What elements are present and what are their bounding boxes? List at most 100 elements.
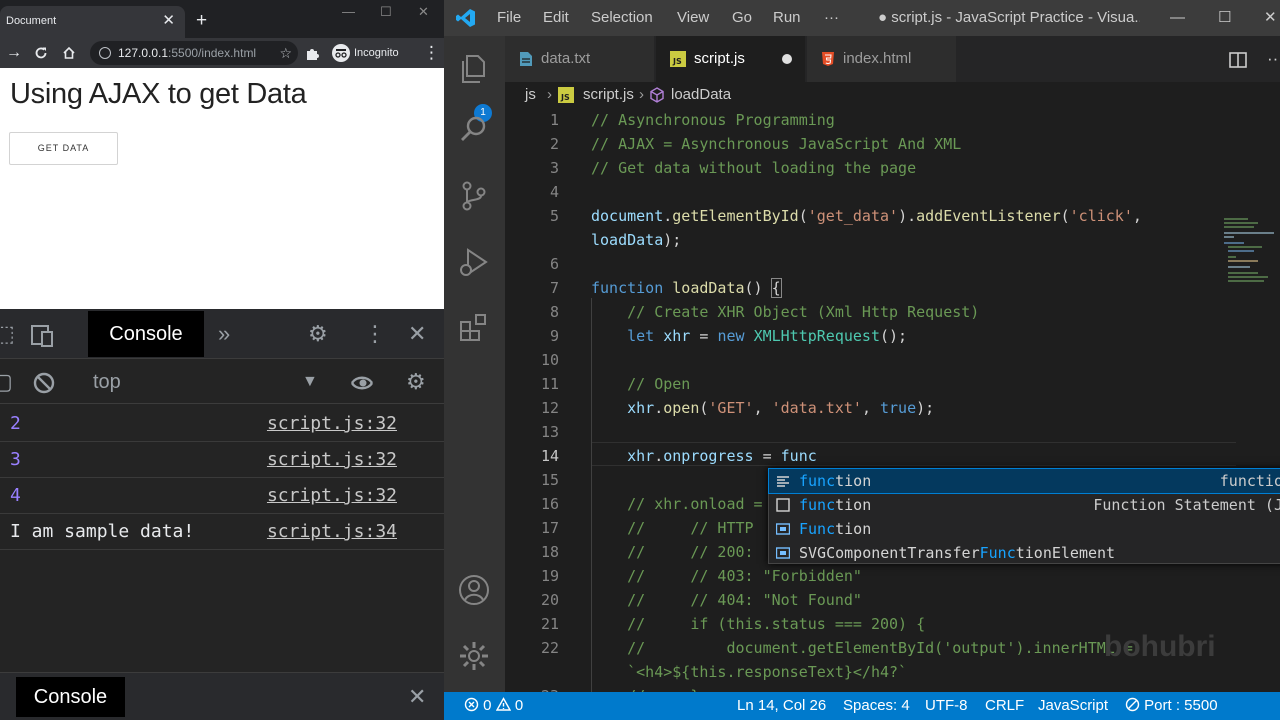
extensions-icon[interactable]: [456, 310, 492, 346]
extensions-puzzle-icon[interactable]: [305, 38, 319, 68]
site-info-icon[interactable]: [99, 47, 111, 59]
line-number: 15: [540, 471, 559, 489]
home-icon[interactable]: [62, 38, 76, 68]
close-drawer-icon[interactable]: ✕: [408, 673, 426, 720]
source-control-icon[interactable]: [456, 178, 492, 214]
tab-data-txt[interactable]: data.txt: [505, 36, 655, 82]
reload-icon[interactable]: [34, 38, 48, 68]
suggestion-item[interactable]: function Function Statement (J: [769, 493, 1280, 517]
suggestion-match: Func: [799, 520, 836, 538]
minimize-icon[interactable]: —: [1170, 0, 1185, 36]
line-number: 4: [549, 183, 559, 201]
menu-view[interactable]: View: [677, 0, 709, 36]
suggestion-item[interactable]: SVGComponentTransferFunctionElement: [769, 541, 1280, 565]
unsaved-dot-icon[interactable]: [782, 54, 792, 64]
suggestion-rest: tion: [835, 496, 872, 514]
url-bar[interactable]: 127.0.0.1:5500/index.html ☆: [90, 41, 298, 65]
explorer-files-icon[interactable]: [456, 50, 492, 86]
sidebar-toggle-icon[interactable]: ▢: [0, 360, 13, 404]
close-devtools-icon[interactable]: ✕: [408, 309, 426, 359]
page-heading: Using AJAX to get Data: [10, 78, 307, 110]
tab-script-js[interactable]: JS script.js: [656, 36, 806, 82]
breadcrumb-separator: ›: [547, 86, 552, 103]
live-server-port[interactable]: Port : 5500: [1125, 692, 1218, 720]
line-number: 9: [549, 327, 559, 345]
suggestion-item[interactable]: Function: [769, 517, 1280, 541]
warning-count: 0: [514, 697, 524, 714]
drawer-tab-console[interactable]: Console: [16, 677, 125, 717]
run-and-debug-icon[interactable]: [456, 244, 492, 280]
problems-indicator[interactable]: 0 0: [464, 692, 523, 720]
console-toolbar: ▢ top ▼ ⚙: [0, 360, 444, 404]
close-window-icon[interactable]: ✕: [418, 4, 429, 20]
close-tab-icon[interactable]: ✕: [162, 6, 175, 36]
maximize-icon[interactable]: ☐: [1218, 0, 1231, 36]
code-line: // Create XHR Object (Xml Http Request): [627, 303, 980, 321]
line-number: 11: [540, 375, 559, 393]
minimize-icon[interactable]: —: [342, 4, 355, 19]
suggestion-item[interactable]: function functio: [768, 468, 1280, 494]
devtools-settings-gear-icon[interactable]: ⚙: [308, 309, 328, 359]
code-line: // AJAX = Asynchronous JavaScript And XM…: [591, 135, 962, 153]
manage-gear-icon[interactable]: [456, 638, 492, 674]
dropdown-arrow-icon[interactable]: ▼: [302, 360, 318, 404]
line-number: 3: [549, 159, 559, 177]
file-encoding[interactable]: UTF-8: [925, 692, 968, 720]
menu-go[interactable]: Go: [732, 0, 752, 36]
more-actions-icon[interactable]: ···: [1267, 36, 1280, 82]
console-settings-gear-icon[interactable]: ⚙: [406, 360, 426, 404]
line-number: 21: [540, 615, 559, 633]
menu-selection[interactable]: Selection: [591, 0, 653, 36]
menu-file[interactable]: File: [497, 0, 521, 36]
breadcrumb-symbol[interactable]: loadData: [671, 82, 731, 108]
code-line: let xhr = new XMLHttpRequest();: [627, 327, 908, 345]
minimap[interactable]: [1220, 216, 1280, 286]
indentation-setting[interactable]: Spaces: 4: [843, 692, 910, 720]
incognito-indicator[interactable]: Incognito: [332, 43, 399, 63]
breadcrumb-file[interactable]: script.js: [583, 82, 634, 108]
cursor-position[interactable]: Ln 14, Col 26: [737, 692, 826, 720]
clear-console-icon[interactable]: [32, 360, 56, 404]
address-toolbar: → 127.0.0.1:5500/index.html ☆ Incognito: [0, 38, 444, 68]
file-lines-icon: [520, 52, 532, 67]
more-tabs-icon[interactable]: »: [218, 309, 230, 359]
menu-more[interactable]: ···: [824, 0, 839, 36]
breadcrumb-separator: ›: [639, 86, 644, 103]
new-tab-button[interactable]: +: [196, 8, 207, 34]
tab-console[interactable]: Console: [88, 311, 204, 357]
close-window-icon[interactable]: ✕: [1264, 0, 1277, 36]
device-toolbar-icon[interactable]: [30, 309, 56, 359]
line-ending[interactable]: CRLF: [985, 692, 1024, 720]
menu-edit[interactable]: Edit: [543, 0, 569, 36]
line-number: 5: [549, 207, 559, 225]
browser-menu-icon[interactable]: ⋮: [423, 38, 440, 68]
tab-label: script.js: [694, 50, 745, 67]
intellisense-suggest-widget[interactable]: function functio function Function State…: [768, 468, 1280, 564]
browser-tab-title: Document: [6, 15, 57, 27]
context-selector[interactable]: top: [93, 360, 121, 404]
bookmark-star-icon[interactable]: ☆: [279, 41, 292, 65]
line-number: 16: [540, 495, 559, 513]
line-number: 12: [540, 399, 559, 417]
maximize-icon[interactable]: ☐: [380, 4, 392, 20]
menu-run[interactable]: Run: [773, 0, 801, 36]
accounts-icon[interactable]: [456, 572, 492, 608]
log-source-link[interactable]: script.js:32: [267, 406, 397, 442]
tab-index-html[interactable]: index.html: [807, 36, 957, 82]
code-line: // // HTTP: [627, 519, 754, 537]
language-mode[interactable]: JavaScript: [1038, 692, 1108, 720]
forward-arrow-icon[interactable]: →: [6, 38, 22, 68]
live-expression-eye-icon[interactable]: [350, 360, 374, 404]
devtools-menu-icon[interactable]: ⋮: [364, 309, 386, 359]
browser-tab-document[interactable]: Document ✕: [0, 6, 185, 40]
search-icon[interactable]: [456, 112, 492, 148]
split-editor-icon[interactable]: [1229, 36, 1247, 82]
get-data-button[interactable]: GET DATA: [9, 132, 118, 165]
code-line: // if (this.status === 200) {: [627, 615, 926, 633]
log-source-link[interactable]: script.js:32: [267, 478, 397, 514]
breadcrumb-folder[interactable]: js: [525, 82, 536, 108]
log-source-link[interactable]: script.js:34: [267, 514, 397, 550]
code-editor[interactable]: 1234567891011121314151617181920212223 //…: [505, 108, 1280, 705]
log-source-link[interactable]: script.js:32: [267, 442, 397, 478]
inspect-element-icon[interactable]: ⬚: [0, 309, 15, 359]
